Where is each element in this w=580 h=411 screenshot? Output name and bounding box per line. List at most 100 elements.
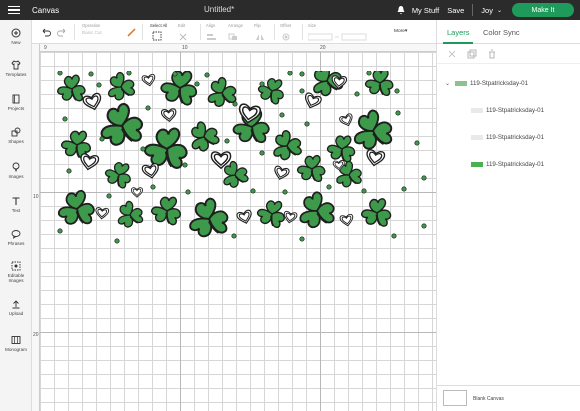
sidebar-item-projects[interactable]: Projects: [0, 92, 32, 120]
make-it-button[interactable]: Make It: [512, 3, 574, 17]
dot-shape: [391, 233, 397, 239]
layer-thumbnail: [471, 107, 483, 113]
layer-row[interactable]: 119-Stpatricksday-01: [437, 128, 580, 146]
pen-color-icon[interactable]: [126, 26, 138, 38]
my-stuff-link[interactable]: My Stuff: [412, 6, 439, 15]
heart-shape: [94, 206, 110, 220]
sidebar-item-label: Images: [8, 174, 24, 179]
dot-shape: [204, 72, 210, 78]
menu-icon[interactable]: [8, 0, 26, 20]
redo-icon[interactable]: [56, 26, 68, 38]
heart-shape: [130, 187, 144, 198]
dot-shape: [401, 186, 407, 192]
shamrock-shape: [57, 188, 96, 229]
sidebar-item-shapes[interactable]: Shapes: [0, 125, 32, 153]
chevron-down-icon[interactable]: ⌄: [497, 7, 502, 14]
dot-shape: [259, 81, 265, 87]
layer-group-row[interactable]: ⌄ 119-Stpatricksday-01: [437, 74, 580, 92]
user-menu[interactable]: Joy: [481, 6, 493, 15]
dot-shape: [224, 138, 230, 144]
dot-shape: [185, 189, 191, 195]
select-all-button[interactable]: Select All: [150, 23, 167, 46]
dot-shape: [106, 193, 112, 199]
shamrock-shape: [358, 193, 395, 231]
save-button[interactable]: Save: [447, 6, 464, 15]
shamrock-shape: [183, 116, 224, 157]
heart-shape: [338, 112, 356, 129]
operation-label: Operation: [82, 23, 101, 28]
operation-dropdown[interactable]: Operation Basic Cut: [82, 23, 102, 35]
more-button[interactable]: More▾: [394, 29, 407, 34]
blank-canvas-row[interactable]: Blank Canvas: [437, 385, 580, 411]
sidebar-item-text[interactable]: Text: [0, 194, 32, 222]
dot-shape: [140, 146, 146, 152]
sidebar-item-editable-images[interactable]: Editable Images: [0, 259, 32, 287]
ruler-label: 10: [182, 45, 188, 51]
dot-shape: [304, 121, 310, 127]
dot-shape: [394, 88, 400, 94]
undo-icon[interactable]: [40, 26, 52, 38]
dot-shape: [250, 188, 256, 194]
app-title: Canvas: [32, 5, 60, 15]
sidebar-item-label: Monogram: [5, 347, 27, 352]
dot-shape: [259, 150, 265, 156]
operation-value: Basic Cut: [82, 30, 102, 35]
shamrock-pattern-design[interactable]: [57, 71, 430, 244]
ruler-label: 20: [320, 45, 326, 51]
blank-canvas-label: Blank Canvas: [473, 396, 504, 402]
edit-menu[interactable]: Edit: [178, 23, 188, 46]
layer-name: 119-Stpatricksday-01: [486, 133, 545, 141]
sidebar-item-images[interactable]: Images: [0, 160, 32, 188]
dot-shape: [326, 184, 332, 190]
sidebar-item-phrases[interactable]: Phrases: [0, 227, 32, 255]
document-title[interactable]: Untitled*: [204, 5, 234, 14]
monogram-icon: [11, 336, 21, 344]
shamrock-shape: [186, 196, 230, 240]
flip-label: Flip: [254, 23, 261, 28]
shamrock-shape: [348, 107, 395, 154]
shamrock-shape: [100, 156, 137, 193]
align-icon: [207, 34, 216, 40]
layer-row[interactable]: 119-Stpatricksday-01: [437, 155, 580, 173]
group-icon[interactable]: [447, 49, 457, 59]
arrange-menu[interactable]: Arrange: [228, 23, 243, 46]
ruler-label: 9: [44, 45, 47, 51]
size-label: Size: [308, 23, 317, 28]
tab-layers[interactable]: Layers: [447, 28, 470, 37]
sidebar-item-monogram[interactable]: Monogram: [0, 333, 32, 361]
dot-shape: [88, 71, 94, 77]
dot-shape: [126, 71, 132, 76]
layer-row[interactable]: 119-Stpatricksday-01: [437, 101, 580, 119]
dot-shape: [395, 110, 401, 116]
arrange-icon: [228, 33, 237, 40]
shamrock-shape: [113, 198, 146, 231]
dot-shape: [414, 140, 420, 146]
tab-color-sync[interactable]: Color Sync: [483, 28, 520, 37]
dot-shape: [114, 238, 120, 244]
heart-shape: [78, 152, 100, 172]
offset-button[interactable]: Offset: [280, 23, 292, 46]
design-canvas[interactable]: 9 10 20 10 20: [32, 44, 436, 411]
heart-shape: [301, 91, 323, 111]
duplicate-icon[interactable]: [467, 49, 477, 59]
top-bar: Canvas Untitled* My Stuff Save Joy ⌄ Mak…: [0, 0, 580, 20]
dot-shape: [299, 236, 305, 242]
flip-menu[interactable]: Flip: [254, 23, 266, 46]
bell-icon[interactable]: [396, 5, 406, 15]
sidebar-item-label: Templates: [5, 72, 27, 77]
ruler-label: 20: [33, 332, 39, 338]
chevron-down-icon[interactable]: ⌄: [445, 80, 450, 87]
size-controls[interactable]: Size: [307, 23, 368, 46]
arrange-label: Arrange: [228, 23, 243, 28]
sidebar-item-upload[interactable]: Upload: [0, 297, 32, 325]
divider: [142, 24, 143, 40]
trash-icon[interactable]: [487, 49, 497, 59]
top-ruler: 9 10 20: [32, 44, 436, 52]
sidebar-item-templates[interactable]: Templates: [0, 58, 32, 86]
flip-icon: [256, 34, 264, 40]
align-menu[interactable]: Align: [206, 23, 218, 46]
sidebar-item-new[interactable]: New: [0, 26, 32, 54]
select-all-icon: [152, 31, 162, 41]
dot-shape: [96, 82, 102, 88]
canvas-swatch[interactable]: [443, 390, 467, 406]
